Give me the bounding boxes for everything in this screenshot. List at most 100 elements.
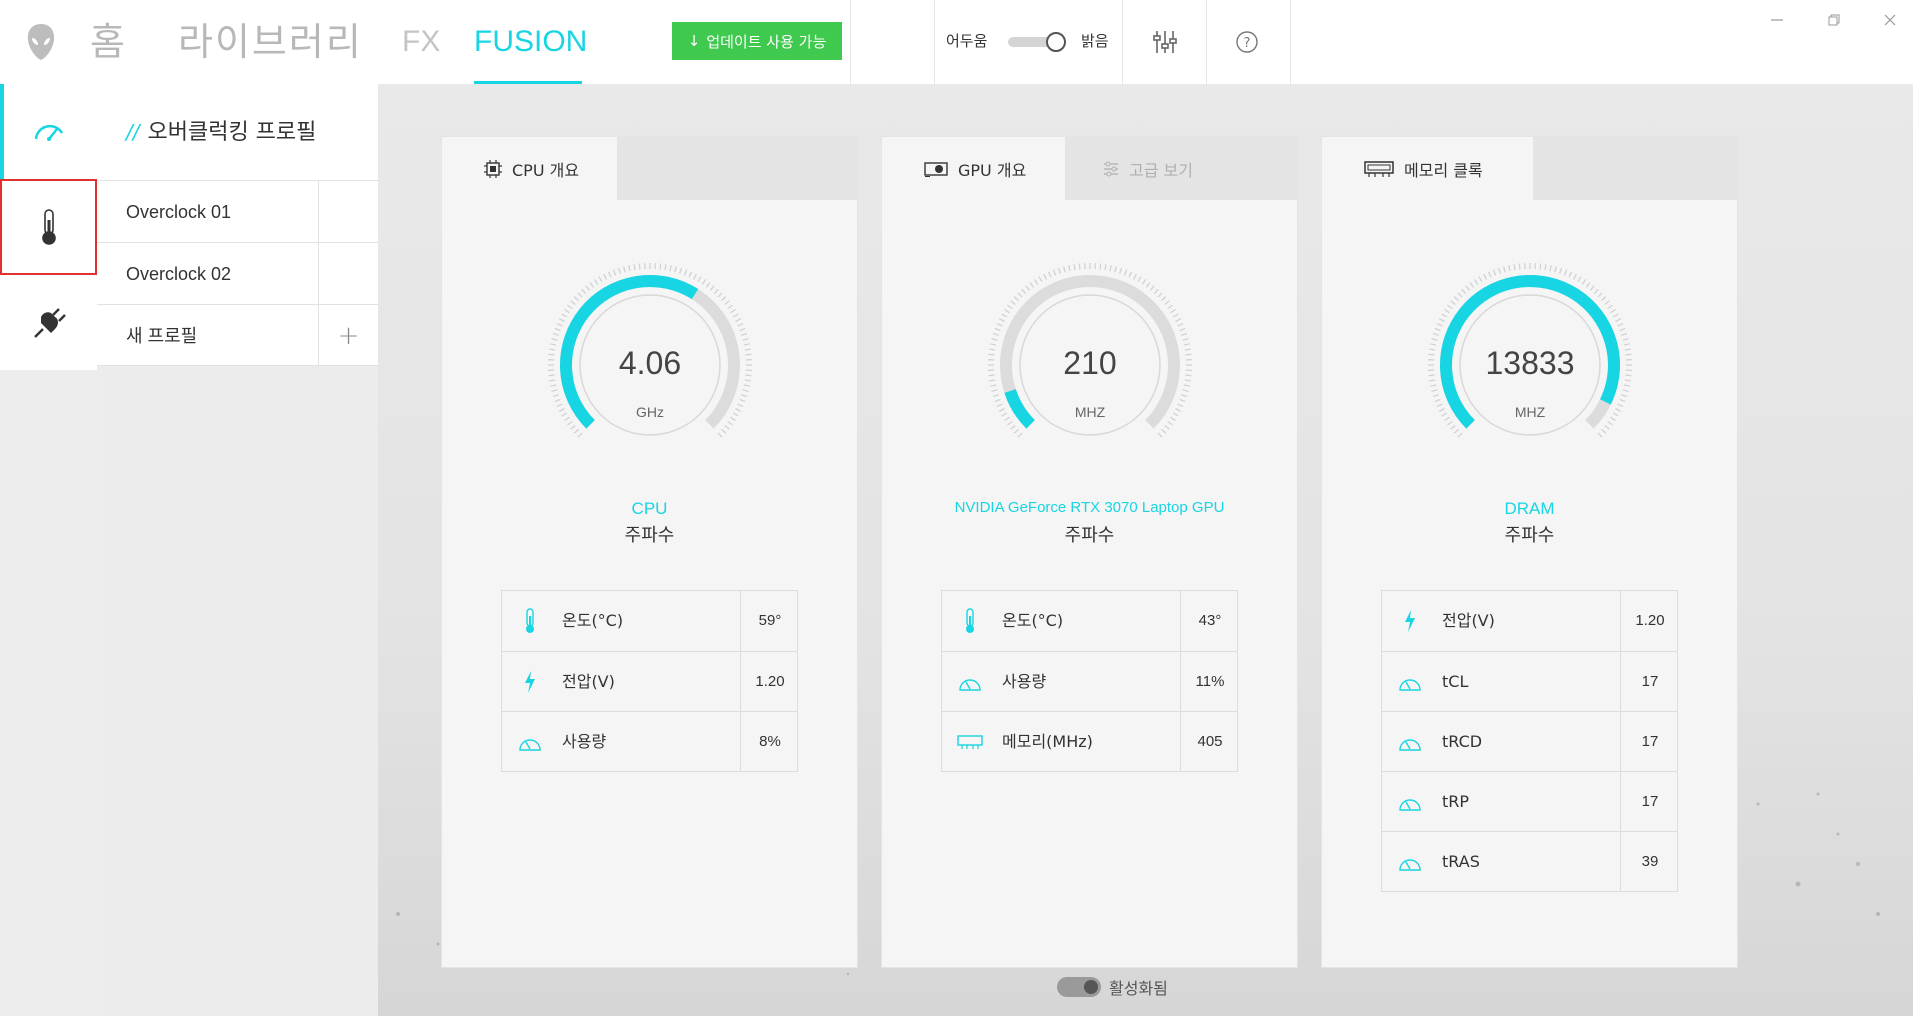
tab-memory-clock[interactable]: 메모리 클록 <box>1322 137 1533 200</box>
gauge-tick <box>1549 265 1552 272</box>
gauge-tick <box>1438 318 1445 322</box>
rail-item-thermal[interactable] <box>0 179 97 275</box>
stat-label: 온도(°C) <box>562 611 624 630</box>
gauge-tick <box>1503 266 1506 273</box>
gauge-tick <box>1436 403 1443 408</box>
sliders-icon[interactable] <box>1151 28 1179 56</box>
tab-cpu-overview[interactable]: CPU 개요 <box>442 137 617 200</box>
memory-icon <box>956 728 984 756</box>
gauge-tick <box>1625 353 1632 356</box>
gauge-tick <box>1518 263 1521 270</box>
tab-gpu-overview[interactable]: GPU 개요 <box>882 137 1065 200</box>
thermometer-icon <box>516 607 544 635</box>
gauge-tick <box>679 267 683 274</box>
gauge-tick <box>1539 263 1542 270</box>
tab-gpu-advanced[interactable]: 고급 보기 <box>1065 137 1245 200</box>
gauge-icon <box>1396 668 1424 696</box>
gauge-tick <box>996 403 1003 408</box>
gauge-tick <box>1017 432 1023 438</box>
gauge-tick <box>1157 432 1163 438</box>
top-bar: 홈 라이브러리 FX FUSION ↓ 업데이트 사용 가능 어두움 밝음 ? <box>0 0 1913 84</box>
gauge-tick <box>1052 269 1057 276</box>
gauge-tick <box>577 292 583 298</box>
profile-item-overclock-02[interactable]: Overclock 02 <box>97 242 378 305</box>
gauge-tick <box>745 353 752 356</box>
restore-icon[interactable] <box>1820 8 1848 32</box>
stat-label: tCL <box>1442 672 1469 691</box>
gauge-tick <box>612 269 617 276</box>
gauge-metric-label: 주파수 <box>1064 525 1115 546</box>
gauge-tick <box>628 265 631 272</box>
stat-row-voltage: 전압(V) 1.20 <box>1382 591 1677 651</box>
gauge-tick <box>742 338 749 341</box>
toggle-knob <box>1084 980 1098 994</box>
gauge-tick <box>744 379 751 382</box>
gauge-tick <box>1013 428 1020 434</box>
nav-library[interactable]: 라이브러리 <box>178 14 363 84</box>
gauge-tick <box>1038 276 1043 283</box>
gauge-tick <box>1007 304 1013 310</box>
gauge-tick <box>1568 271 1573 278</box>
gpu-enable-toggle[interactable]: 활성화됨 <box>1057 975 1168 999</box>
gauge-tick <box>1589 285 1595 291</box>
stat-row-trp: tRP 17 <box>1382 771 1677 832</box>
memory-card: 메모리 클록 13833 MHZ DRAM 주파수 전압(V) 1.20 tCL… <box>1322 137 1737 967</box>
gauge-tick <box>551 338 558 341</box>
gauge-tick <box>1621 332 1628 336</box>
gauge-tick <box>1141 279 1147 285</box>
profile-item-new[interactable]: 새 프로필 + <box>97 304 378 367</box>
help-icon[interactable]: ? <box>1233 28 1261 56</box>
rail-item-power[interactable] <box>0 276 97 372</box>
gauge-value: 4.06 <box>619 345 681 381</box>
gauge-tick <box>623 266 626 273</box>
gauge-tick <box>1104 264 1107 271</box>
gauge-tick <box>1057 267 1061 274</box>
minimize-icon[interactable] <box>1763 8 1791 32</box>
nav-home[interactable]: 홈 <box>90 14 125 84</box>
nav-fusion[interactable]: FUSION <box>474 14 587 84</box>
stat-value: 11% <box>1180 652 1239 712</box>
rail-item-overclock[interactable] <box>0 84 97 180</box>
close-icon[interactable] <box>1876 8 1904 32</box>
gauge-tick <box>556 403 563 408</box>
gauge-tick <box>548 353 555 356</box>
theme-toggle[interactable] <box>1006 32 1068 52</box>
gauge-tick <box>1123 269 1128 276</box>
main-area: CPU 개요 4.06 GHz CPU 주파수 온도(°C) 59° 전압(V)… <box>378 84 1913 1016</box>
gauge-tick <box>1119 267 1123 274</box>
gauge-tick <box>570 300 576 306</box>
gauge-tick <box>1619 327 1626 332</box>
profile-item-overclock-01[interactable]: Overclock 01 <box>97 180 384 243</box>
title-slash-decoration: // <box>126 120 140 144</box>
gauge-tick <box>1624 379 1631 382</box>
gauge-tick <box>727 304 733 310</box>
gauge-tick <box>992 332 999 336</box>
gauge-tick <box>989 379 996 382</box>
gauge-tick <box>1172 313 1179 318</box>
update-available-button[interactable]: ↓ 업데이트 사용 가능 <box>672 22 842 60</box>
alienware-logo-icon[interactable] <box>26 22 56 62</box>
gauge-tick <box>1175 408 1182 412</box>
gauge-tick <box>1600 296 1607 302</box>
gauge-tick <box>1623 384 1630 387</box>
gauge-tick <box>570 424 576 430</box>
gauge-tick <box>573 428 580 434</box>
stat-row-usage: 사용량 8% <box>502 711 797 772</box>
gauge-tick <box>669 265 672 272</box>
profile-options-cell[interactable] <box>318 181 384 243</box>
gauge-tick <box>992 394 999 398</box>
gauge-tick <box>1581 279 1587 285</box>
gauge-tick <box>697 276 702 283</box>
nav-fx[interactable]: FX <box>402 14 440 84</box>
gauge-tick <box>688 271 693 278</box>
add-profile-button[interactable]: + <box>318 305 378 367</box>
gauge-tick <box>1010 424 1016 430</box>
gauge-tick <box>1099 263 1102 270</box>
gauge-tick <box>994 398 1001 403</box>
gauge-tick <box>720 296 727 302</box>
gauge-tick <box>1441 313 1448 318</box>
profile-options-cell[interactable] <box>318 243 378 305</box>
cpu-card-tabs: CPU 개요 <box>442 137 857 200</box>
gauge-tick <box>1175 318 1182 322</box>
stat-row-tcl: tCL 17 <box>1382 651 1677 712</box>
